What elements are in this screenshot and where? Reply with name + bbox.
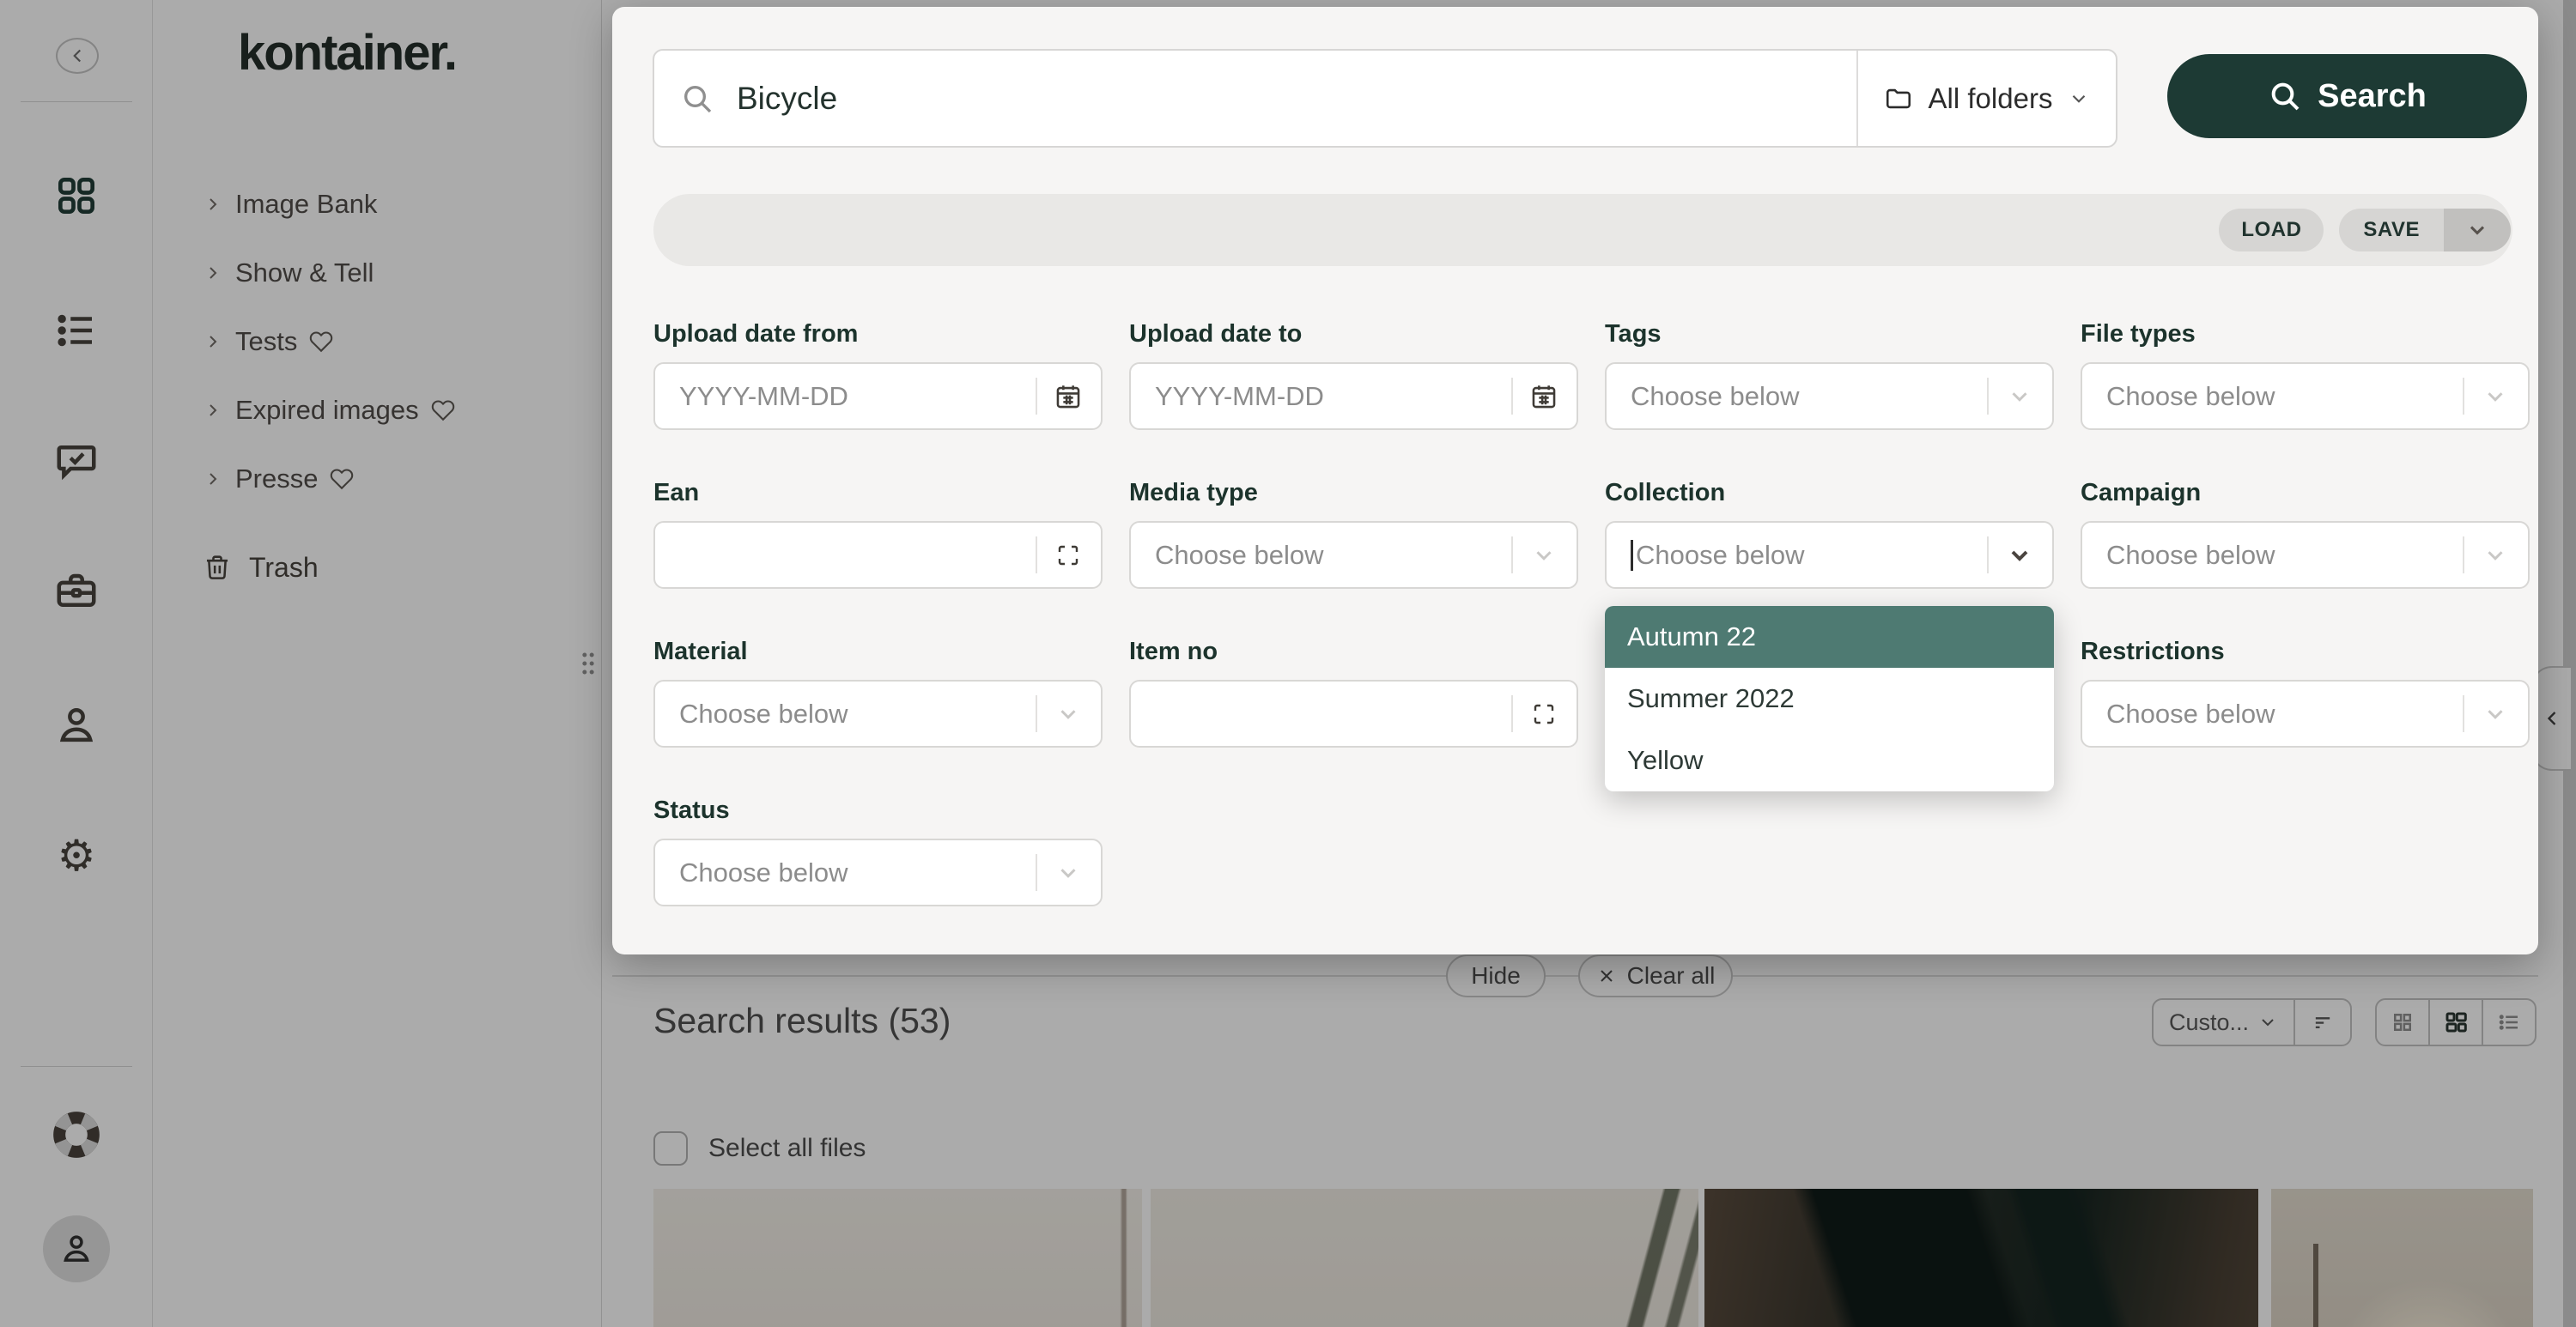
filter-status: Status Choose below: [653, 797, 1103, 906]
chevron-down-icon: [2068, 88, 2090, 110]
dropdown-option-summer-2022[interactable]: Summer 2022: [1605, 668, 2054, 730]
scan-brackets-icon[interactable]: [1036, 523, 1101, 587]
load-button[interactable]: LOAD: [2219, 209, 2324, 251]
save-button[interactable]: SAVE: [2339, 209, 2444, 251]
field-label: Campaign: [2081, 479, 2202, 506]
select-placeholder: Choose below: [1607, 539, 1804, 571]
chevron-down-icon: [1511, 523, 1577, 587]
select-placeholder: Choose below: [2106, 539, 2275, 570]
collection-dropdown-menu: Autumn 22 Summer 2022 Yellow: [1605, 606, 2054, 791]
select-placeholder: Choose below: [2106, 698, 2275, 729]
select-input[interactable]: Choose below: [653, 839, 1103, 906]
text-caret: [1631, 539, 1633, 571]
filter-material: Material Choose below: [653, 638, 1103, 748]
chevron-down-icon: [1036, 840, 1101, 905]
filter-tags: Tags Choose below: [1605, 320, 2054, 430]
filter-campaign: Campaign Choose below: [2081, 479, 2530, 589]
app-screen: ⚙ kontainer. Image Bank Show & Tell Test…: [0, 0, 2576, 1327]
filter-ean: Ean: [653, 479, 1103, 589]
select-placeholder: Choose below: [2106, 380, 2275, 411]
field-label: Ean: [653, 479, 700, 506]
date-placeholder: YYYY-MM-DD: [1155, 380, 1324, 411]
filter-upload-date-to: Upload date to YYYY-MM-DD: [1129, 320, 1578, 430]
search-button-label: Search: [2318, 77, 2427, 114]
search-icon: [680, 82, 714, 116]
saved-search-bar: LOAD SAVE: [653, 194, 2512, 266]
folder-scope-dropdown[interactable]: All folders: [1858, 51, 2116, 146]
filter-restrictions: Restrictions Choose below: [2081, 638, 2530, 748]
dropdown-option-autumn-22[interactable]: Autumn 22: [1605, 606, 2054, 668]
field-label: Status: [653, 797, 730, 824]
chevron-down-icon: [1987, 364, 2052, 428]
search-icon: [2268, 79, 2302, 113]
field-label: Item no: [1129, 638, 1218, 665]
select-placeholder: Choose below: [1155, 539, 1324, 570]
date-input[interactable]: YYYY-MM-DD: [1129, 362, 1578, 430]
select-input[interactable]: Choose below: [2081, 680, 2530, 748]
select-placeholder: Choose below: [1631, 380, 1800, 411]
chevron-down-icon: [2465, 218, 2489, 242]
date-input[interactable]: YYYY-MM-DD: [653, 362, 1103, 430]
select-input[interactable]: Choose below: [1129, 521, 1578, 589]
select-placeholder: Choose below: [679, 857, 848, 888]
search-field-wrap: [654, 51, 1858, 146]
scan-brackets-icon[interactable]: [1511, 682, 1577, 746]
chevron-down-icon: [2463, 682, 2528, 746]
field-label: File types: [2081, 320, 2196, 348]
chevron-down-icon: [1036, 682, 1101, 746]
field-label: Upload date to: [1129, 320, 1303, 348]
save-options-button[interactable]: [2444, 209, 2511, 251]
chevron-down-icon: [1987, 523, 2052, 587]
filter-item-no: Item no: [1129, 638, 1578, 748]
filter-grid: Upload date from YYYY-MM-DD Upload date …: [653, 320, 2530, 906]
field-label: Media type: [1129, 479, 1258, 506]
filter-media-type: Media type Choose below: [1129, 479, 1578, 589]
field-label: Tags: [1605, 320, 1662, 348]
select-input-focused[interactable]: Choose below: [1605, 521, 2054, 589]
search-button[interactable]: Search: [2167, 54, 2527, 138]
dropdown-option-yellow[interactable]: Yellow: [1605, 730, 2054, 791]
save-split-button: SAVE: [2339, 209, 2511, 251]
select-input[interactable]: Choose below: [2081, 521, 2530, 589]
field-label: Collection: [1605, 479, 1726, 506]
calendar-icon[interactable]: [1036, 364, 1101, 428]
text-input[interactable]: [1129, 680, 1578, 748]
folder-scope-value: All folders: [1928, 82, 2053, 114]
chevron-down-icon: [2463, 364, 2528, 428]
select-placeholder: Choose below: [679, 698, 848, 729]
search-input[interactable]: [737, 51, 1856, 146]
filter-file-types: File types Choose below: [2081, 320, 2530, 430]
filter-upload-date-from: Upload date from YYYY-MM-DD: [653, 320, 1103, 430]
filter-collection: Collection Choose below: [1605, 479, 2054, 589]
folder-icon: [1884, 84, 1913, 113]
field-label: Restrictions: [2081, 638, 2225, 665]
select-input[interactable]: Choose below: [2081, 362, 2530, 430]
advanced-search-panel: All folders Search LOAD SAVE Upload date…: [612, 7, 2538, 954]
text-input[interactable]: [653, 521, 1103, 589]
field-label: Upload date from: [653, 320, 859, 348]
calendar-icon[interactable]: [1511, 364, 1577, 428]
select-input[interactable]: Choose below: [653, 680, 1103, 748]
field-label: Material: [653, 638, 748, 665]
date-placeholder: YYYY-MM-DD: [679, 380, 848, 411]
select-input[interactable]: Choose below: [1605, 362, 2054, 430]
chevron-down-icon: [2463, 523, 2528, 587]
search-bar: All folders: [653, 49, 2117, 148]
